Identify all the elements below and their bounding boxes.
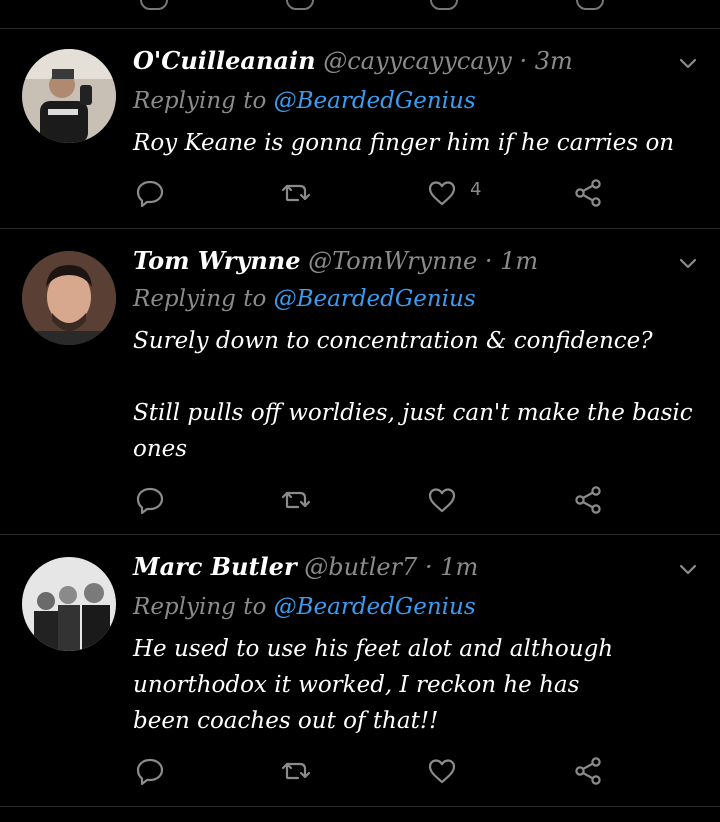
mention-link[interactable]: @BeardedGenius	[274, 594, 476, 620]
tweet-actions	[0, 751, 720, 791]
replying-to: Replying to @BeardedGenius	[133, 283, 476, 315]
share-icon	[575, 757, 601, 785]
user-handle[interactable]: @butler7	[304, 553, 417, 581]
tweet-text-line: Surely down to concentration & confidenc…	[133, 328, 653, 354]
retweet-icon[interactable]	[286, 0, 314, 10]
tweet[interactable]: O'Cuilleanain @cayycayycayy · 3m Replyin…	[0, 29, 720, 229]
tweet-actions: 4	[0, 173, 720, 213]
tweet[interactable]: Tom Wrynne @TomWrynne · 1m Replying to @…	[0, 229, 720, 535]
reply-icon	[136, 180, 164, 208]
replying-label: Replying to	[133, 88, 267, 114]
retweet-button[interactable]	[276, 173, 316, 213]
mention-link[interactable]: @BeardedGenius	[274, 88, 476, 114]
tweet-text: Surely down to concentration & confidenc…	[133, 323, 693, 467]
timestamp: 1m	[440, 553, 479, 581]
replying-label: Replying to	[133, 594, 267, 620]
share-button[interactable]	[568, 480, 608, 520]
reply-button[interactable]	[130, 173, 170, 213]
tweet-header: Marc Butler @butler7 · 1m	[133, 551, 478, 583]
share-button[interactable]	[568, 173, 608, 213]
retweet-icon	[281, 762, 311, 780]
like-count: 4	[470, 179, 482, 200]
like-icon	[428, 488, 456, 513]
like-icon	[428, 181, 456, 206]
timestamp: 1m	[500, 247, 539, 275]
replying-label: Replying to	[133, 286, 267, 312]
retweet-icon	[281, 491, 311, 509]
like-button[interactable]	[422, 480, 462, 520]
display-name[interactable]: Tom Wrynne	[133, 246, 301, 275]
chevron-down-icon[interactable]	[676, 51, 700, 75]
replying-to: Replying to @BeardedGenius	[133, 85, 476, 117]
tweet-text-blank-line	[133, 359, 693, 395]
share-button[interactable]	[568, 751, 608, 791]
like-icon	[428, 759, 456, 784]
user-handle[interactable]: @cayycayycayy	[323, 47, 512, 75]
previous-tweet-stub	[0, 0, 720, 29]
reply-icon	[136, 758, 164, 786]
retweet-button[interactable]	[276, 480, 316, 520]
tweet-header: O'Cuilleanain @cayycayycayy · 3m	[133, 45, 573, 77]
tweet-text-line: Still pulls off worldies, just can't mak…	[133, 400, 693, 462]
reply-icon	[136, 487, 164, 515]
like-button[interactable]	[422, 173, 462, 213]
like-button[interactable]	[422, 751, 462, 791]
user-handle[interactable]: @TomWrynne	[308, 247, 477, 275]
replying-to: Replying to @BeardedGenius	[133, 591, 476, 623]
avatar[interactable]	[22, 49, 116, 143]
mention-link[interactable]: @BeardedGenius	[274, 286, 476, 312]
chevron-down-icon[interactable]	[676, 557, 700, 581]
tweet-actions	[0, 480, 720, 520]
reply-button[interactable]	[130, 480, 170, 520]
retweet-button[interactable]	[276, 751, 316, 791]
reply-icon[interactable]	[140, 0, 168, 10]
reply-button[interactable]	[130, 751, 170, 791]
tweet-text: Roy Keane is gonna finger him if he carr…	[133, 125, 693, 161]
separator-dot: ·	[519, 47, 528, 75]
separator-dot: ·	[484, 247, 493, 275]
display-name[interactable]: Marc Butler	[133, 552, 297, 581]
share-icon	[575, 179, 601, 207]
display-name[interactable]: O'Cuilleanain	[133, 46, 316, 75]
chevron-down-icon[interactable]	[676, 251, 700, 275]
separator-dot: ·	[424, 553, 433, 581]
tweet-text-line: Roy Keane is gonna finger him if he carr…	[133, 130, 675, 156]
tweet-text: He used to use his feet alot and althoug…	[133, 631, 633, 739]
share-icon	[575, 486, 601, 514]
tweet-header: Tom Wrynne @TomWrynne · 1m	[133, 245, 538, 277]
share-icon[interactable]	[576, 0, 604, 10]
tweet-text-line: He used to use his feet alot and althoug…	[133, 636, 614, 734]
timestamp: 3m	[534, 47, 573, 75]
tweet[interactable]: Marc Butler @butler7 · 1m Replying to @B…	[0, 535, 720, 807]
avatar[interactable]	[22, 557, 116, 651]
retweet-icon	[281, 184, 311, 202]
avatar[interactable]	[22, 251, 116, 345]
like-icon[interactable]	[430, 0, 458, 10]
